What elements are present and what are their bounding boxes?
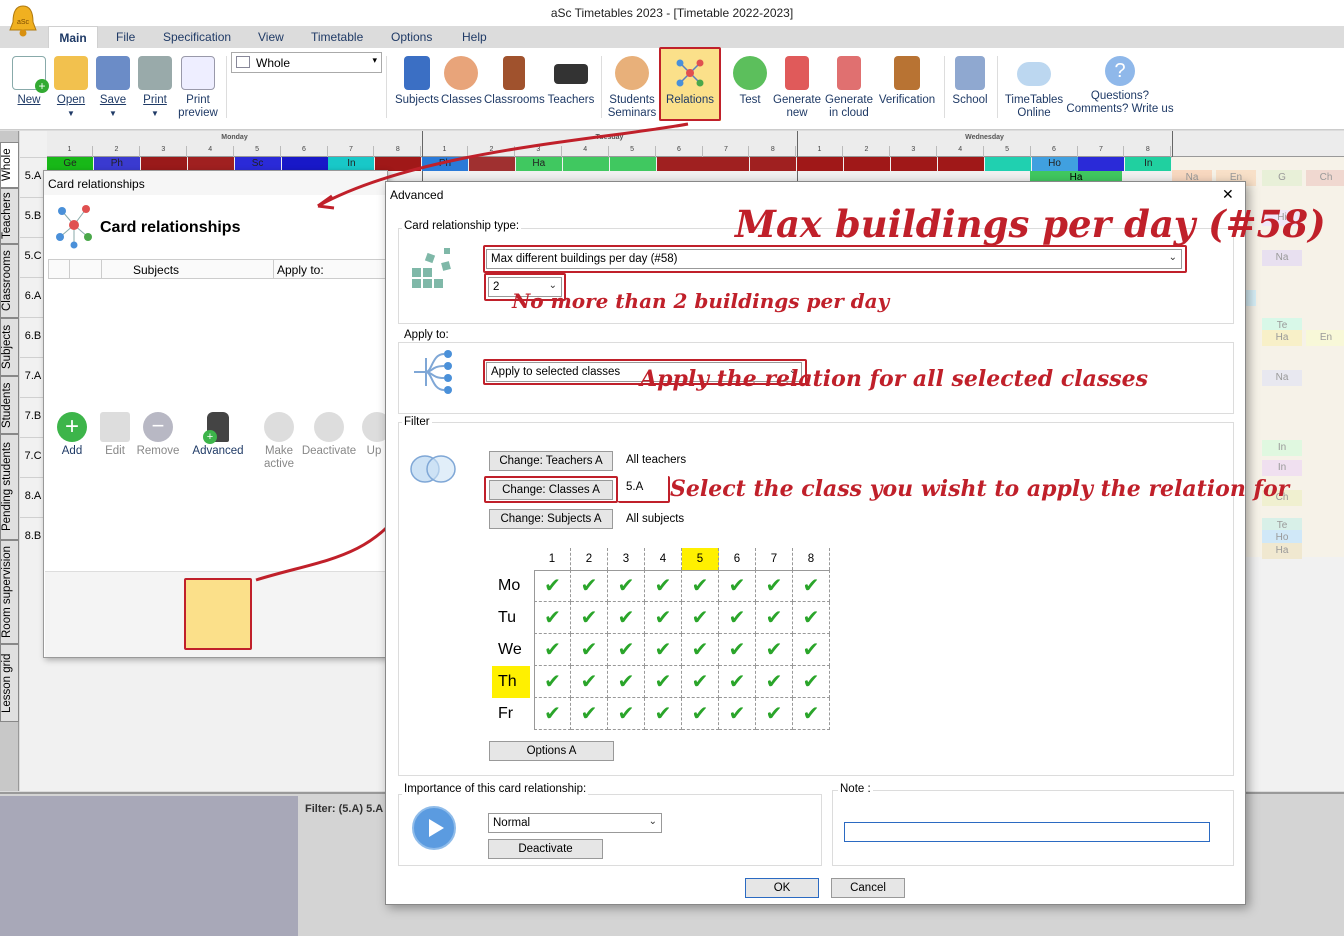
grid-cell-check[interactable]: ✔ <box>645 698 682 730</box>
note-label: Note : <box>838 783 873 795</box>
grid-period-header: 4 <box>645 548 682 570</box>
grid-cell-check[interactable]: ✔ <box>645 570 682 602</box>
grid-cell-check[interactable]: ✔ <box>571 602 608 634</box>
type-group-label: Card relationship type: <box>402 220 522 232</box>
grid-cell-check[interactable]: ✔ <box>682 602 719 634</box>
title-annotation: Max buildings per day (#58) <box>735 202 1326 246</box>
grid-cell-check[interactable]: ✔ <box>534 602 571 634</box>
grid-cell-check[interactable]: ✔ <box>608 602 645 634</box>
grid-cell-check[interactable]: ✔ <box>719 666 756 698</box>
class-annotation: Select the class you wisht to apply the … <box>670 476 1290 502</box>
type-annotation-box <box>483 245 1187 273</box>
teachers-value: All teachers <box>626 454 687 466</box>
grid-period-header: 2 <box>571 548 608 570</box>
classes-annotation-box <box>484 476 618 503</box>
apply-tree-icon <box>410 348 460 394</box>
grid-cell-check[interactable]: ✔ <box>793 602 830 634</box>
grid-cell-check[interactable]: ✔ <box>756 666 793 698</box>
grid-cell-check[interactable]: ✔ <box>571 698 608 730</box>
availability-grid: 1 2 3 4 5 6 7 8 Mo ✔ ✔ ✔ ✔ ✔ ✔ ✔ ✔ Tu ✔ ✔ ✔ ✔ ✔ ✔ ✔ ✔ We ✔ ✔ ✔ ✔ ✔ ✔ ✔ ✔ Th… <box>492 548 832 730</box>
grid-period-header: 6 <box>719 548 756 570</box>
grid-cell-check[interactable]: ✔ <box>571 634 608 666</box>
apply-annotation: Apply the relation for all selected clas… <box>640 366 1149 392</box>
importance-select[interactable]: Normal ⌄ <box>488 813 662 833</box>
filter-group-label: Filter <box>402 416 432 428</box>
grid-cell-check[interactable]: ✔ <box>793 666 830 698</box>
ok-button[interactable]: OK <box>745 878 819 898</box>
grid-cell-check[interactable]: ✔ <box>534 666 571 698</box>
grid-cell-check[interactable]: ✔ <box>719 634 756 666</box>
grid-day-label: Mo <box>498 577 521 594</box>
grid-cell-check[interactable]: ✔ <box>756 602 793 634</box>
apply-group-label: Apply to: <box>402 329 451 341</box>
grid-cell-check[interactable]: ✔ <box>719 698 756 730</box>
change-subjects-button[interactable]: Change: Subjects A <box>489 509 613 529</box>
grid-cell-check[interactable]: ✔ <box>793 634 830 666</box>
grid-day-label: Th <box>492 666 530 698</box>
grid-day-label: Fr <box>498 705 514 722</box>
grid-cell-check[interactable]: ✔ <box>756 698 793 730</box>
play-circle-icon <box>412 806 456 850</box>
grid-cell-check[interactable]: ✔ <box>645 666 682 698</box>
grid-cell-check[interactable]: ✔ <box>534 570 571 602</box>
chevron-down-icon: ⌄ <box>648 816 657 827</box>
grid-cell-check[interactable]: ✔ <box>756 570 793 602</box>
close-icon[interactable]: ✕ <box>1222 186 1234 203</box>
grid-cell-check[interactable]: ✔ <box>719 602 756 634</box>
grid-day-label: We <box>498 641 522 658</box>
grid-cell-check[interactable]: ✔ <box>682 666 719 698</box>
subjects-value: All subjects <box>626 513 685 525</box>
blocks-icon <box>410 246 458 296</box>
grid-cell-check[interactable]: ✔ <box>719 570 756 602</box>
grid-cell-check[interactable]: ✔ <box>608 698 645 730</box>
grid-cell-check[interactable]: ✔ <box>571 666 608 698</box>
grid-cell-check[interactable]: ✔ <box>793 570 830 602</box>
grid-cell-check[interactable]: ✔ <box>756 634 793 666</box>
grid-cell-check[interactable]: ✔ <box>608 666 645 698</box>
deactivate-button[interactable]: Deactivate <box>488 839 603 859</box>
importance-label: Importance of this card relationship: <box>402 783 589 795</box>
grid-period-header: 3 <box>608 548 645 570</box>
note-input[interactable] <box>844 822 1210 842</box>
grid-cell-check[interactable]: ✔ <box>682 570 719 602</box>
grid-cell-check[interactable]: ✔ <box>645 634 682 666</box>
grid-cell-check[interactable]: ✔ <box>534 634 571 666</box>
grid-cell-check[interactable]: ✔ <box>645 602 682 634</box>
grid-cell-check[interactable]: ✔ <box>682 634 719 666</box>
grid-period-header: 7 <box>756 548 793 570</box>
count-annotation: No more than 2 buildings per day <box>512 289 890 313</box>
grid-period-header: 1 <box>534 548 571 570</box>
grid-cell-check[interactable]: ✔ <box>571 570 608 602</box>
options-button[interactable]: Options A <box>489 741 614 761</box>
grid-cell-check[interactable]: ✔ <box>682 698 719 730</box>
grid-cell-check[interactable]: ✔ <box>608 634 645 666</box>
change-teachers-button[interactable]: Change: Teachers A <box>489 451 613 471</box>
grid-day-label: Tu <box>498 609 517 626</box>
cancel-button[interactable]: Cancel <box>831 878 905 898</box>
grid-period-header: 8 <box>793 548 830 570</box>
grid-cell-check[interactable]: ✔ <box>608 570 645 602</box>
grid-cell-check[interactable]: ✔ <box>793 698 830 730</box>
classes-value-underline <box>618 476 670 503</box>
advanced-title: Advanced <box>390 188 444 202</box>
grid-cell-check[interactable]: ✔ <box>534 698 571 730</box>
filter-venn-icon <box>408 452 458 486</box>
grid-period-header: 5 <box>682 548 719 570</box>
